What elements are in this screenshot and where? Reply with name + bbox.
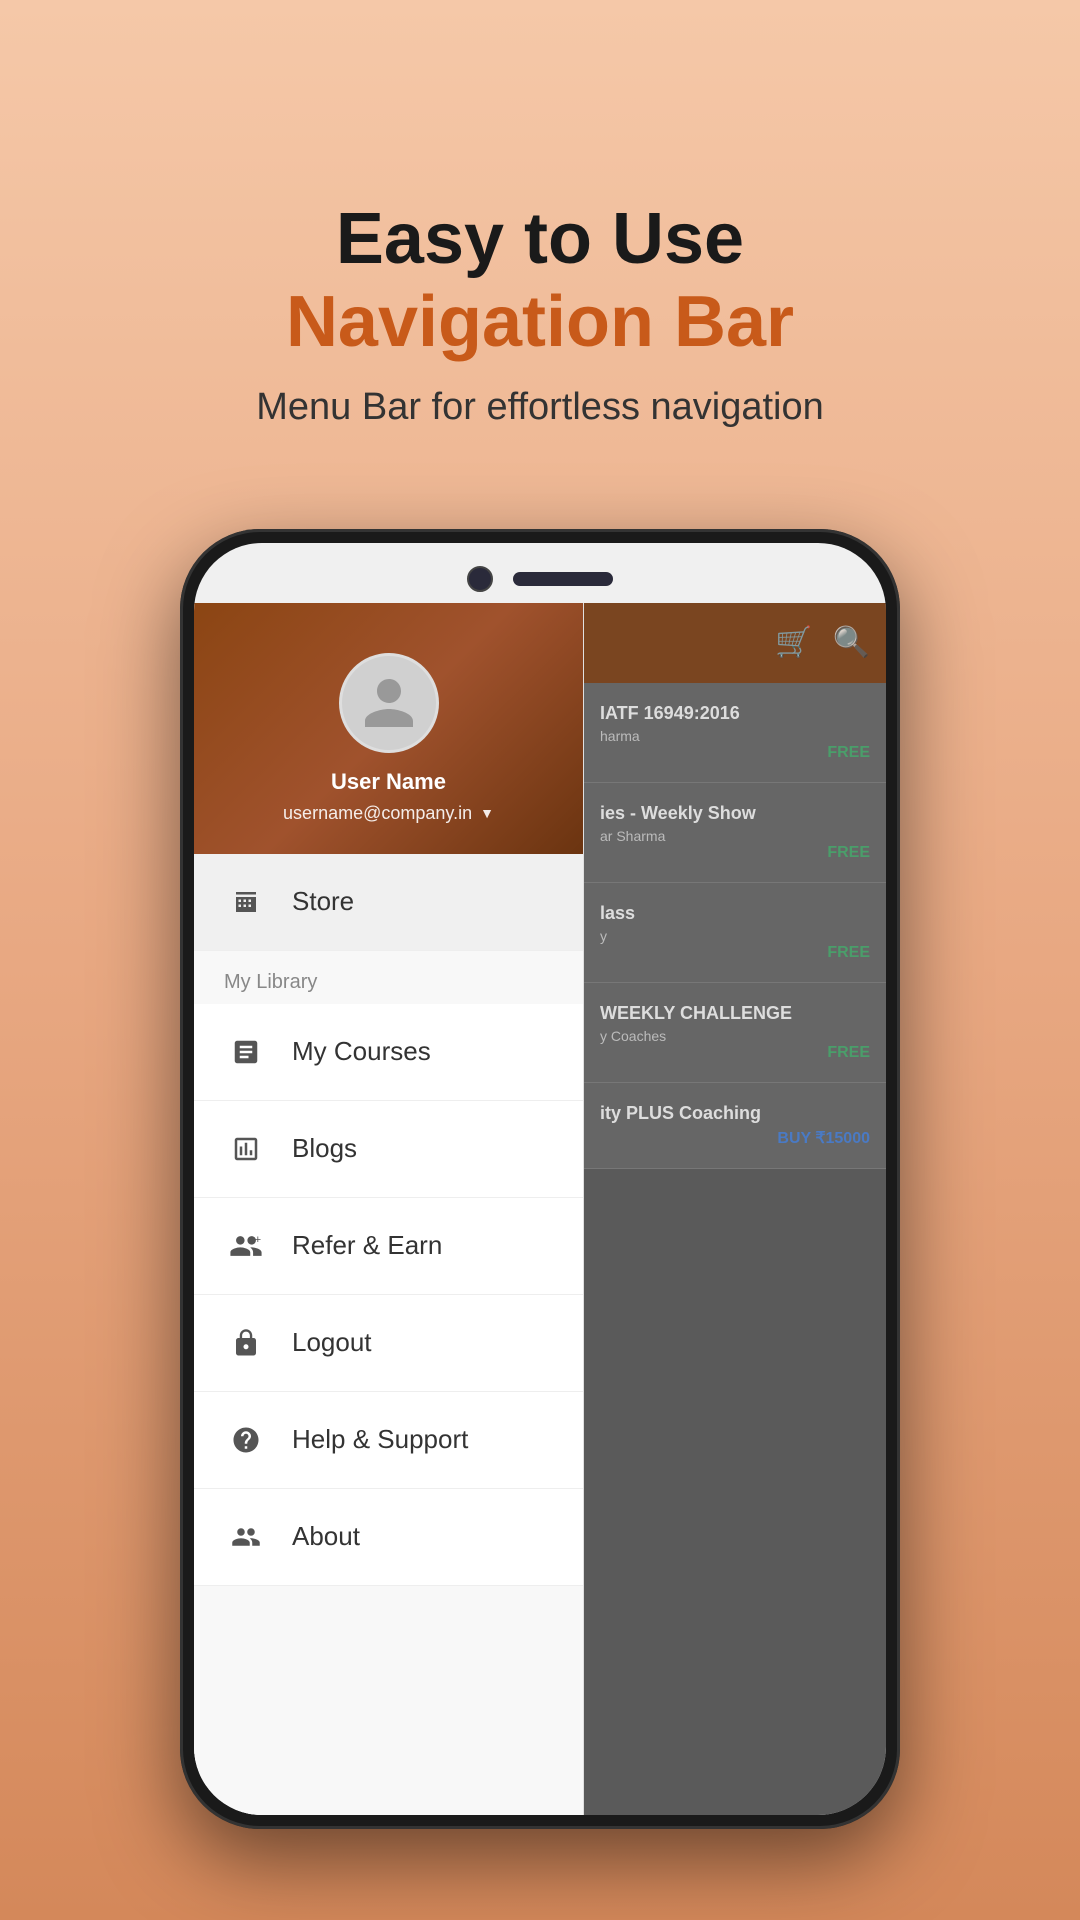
- subtitle: Menu Bar for effortless navigation: [256, 386, 824, 429]
- logout-icon: [224, 1321, 268, 1365]
- item-title: ies - Weekly Show: [600, 803, 870, 824]
- user-email: username@company.in: [283, 803, 472, 824]
- heading-line2: Navigation Bar: [256, 279, 824, 365]
- right-app-header: 🛒 🔍: [584, 603, 886, 683]
- list-item: lass y FREE: [584, 883, 886, 983]
- about-label: About: [292, 1521, 360, 1552]
- phone-frame: User Name username@company.in ▼: [180, 529, 900, 1829]
- menu-item-store[interactable]: Store: [194, 854, 583, 951]
- right-panel: 🛒 🔍 IATF 16949:2016 harma FREE ies - Wee…: [584, 603, 886, 1815]
- about-icon: [224, 1515, 268, 1559]
- free-badge: FREE: [827, 844, 870, 862]
- avatar: [339, 653, 439, 753]
- dropdown-arrow-icon: ▼: [480, 805, 494, 821]
- camera-icon: [467, 566, 493, 592]
- drawer-panel: User Name username@company.in ▼: [194, 603, 584, 1815]
- store-label: Store: [292, 886, 354, 917]
- free-badge: FREE: [827, 944, 870, 962]
- screen-content: User Name username@company.in ▼: [194, 603, 886, 1815]
- help-support-icon: [224, 1418, 268, 1462]
- item-title: ity PLUS Coaching: [600, 1103, 870, 1124]
- help-support-label: Help & Support: [292, 1424, 468, 1455]
- item-sub: y Coaches: [600, 1028, 870, 1044]
- buy-badge: BUY ₹15000: [777, 1128, 870, 1148]
- header-section: Easy to Use Navigation Bar Menu Bar for …: [256, 0, 824, 429]
- menu-item-refer-earn[interactable]: + Refer & Earn: [194, 1198, 583, 1295]
- my-courses-label: My Courses: [292, 1036, 431, 1067]
- item-title: WEEKLY CHALLENGE: [600, 1003, 870, 1024]
- my-courses-icon: [224, 1030, 268, 1074]
- cart-icon: 🛒: [775, 625, 812, 660]
- search-icon: 🔍: [833, 625, 870, 660]
- phone-mockup: User Name username@company.in ▼: [180, 529, 900, 1829]
- list-item: ies - Weekly Show ar Sharma FREE: [584, 783, 886, 883]
- menu-item-about[interactable]: About: [194, 1489, 583, 1586]
- heading-line1: Easy to Use: [256, 200, 824, 279]
- phone-notch: [400, 561, 680, 597]
- refer-earn-icon: +: [224, 1224, 268, 1268]
- user-email-row: username@company.in ▼: [283, 803, 494, 824]
- item-title: lass: [600, 903, 870, 924]
- list-item: WEEKLY CHALLENGE y Coaches FREE: [584, 983, 886, 1083]
- menu-item-my-courses[interactable]: My Courses: [194, 1004, 583, 1101]
- list-item: ity PLUS Coaching BUY ₹15000: [584, 1083, 886, 1169]
- phone-screen: User Name username@company.in ▼: [194, 543, 886, 1815]
- drawer-menu: Store My Library My Courses: [194, 854, 583, 1815]
- my-library-section: My Library: [194, 951, 583, 1004]
- blogs-icon: [224, 1127, 268, 1171]
- menu-item-logout[interactable]: Logout: [194, 1295, 583, 1392]
- drawer-header: User Name username@company.in ▼: [194, 603, 583, 854]
- logout-label: Logout: [292, 1327, 372, 1358]
- speaker-grille: [513, 572, 613, 586]
- item-sub: y: [600, 928, 870, 944]
- menu-item-help-support[interactable]: Help & Support: [194, 1392, 583, 1489]
- item-sub: ar Sharma: [600, 828, 870, 844]
- user-name: User Name: [331, 769, 446, 795]
- menu-item-blogs[interactable]: Blogs: [194, 1101, 583, 1198]
- content-list: IATF 16949:2016 harma FREE ies - Weekly …: [584, 683, 886, 1815]
- svg-text:+: +: [255, 1234, 262, 1246]
- free-badge: FREE: [827, 1044, 870, 1062]
- free-badge: FREE: [827, 744, 870, 762]
- list-item: IATF 16949:2016 harma FREE: [584, 683, 886, 783]
- item-sub: harma: [600, 728, 870, 744]
- blogs-label: Blogs: [292, 1133, 357, 1164]
- store-icon: [224, 880, 268, 924]
- item-title: IATF 16949:2016: [600, 703, 870, 724]
- refer-earn-label: Refer & Earn: [292, 1230, 442, 1261]
